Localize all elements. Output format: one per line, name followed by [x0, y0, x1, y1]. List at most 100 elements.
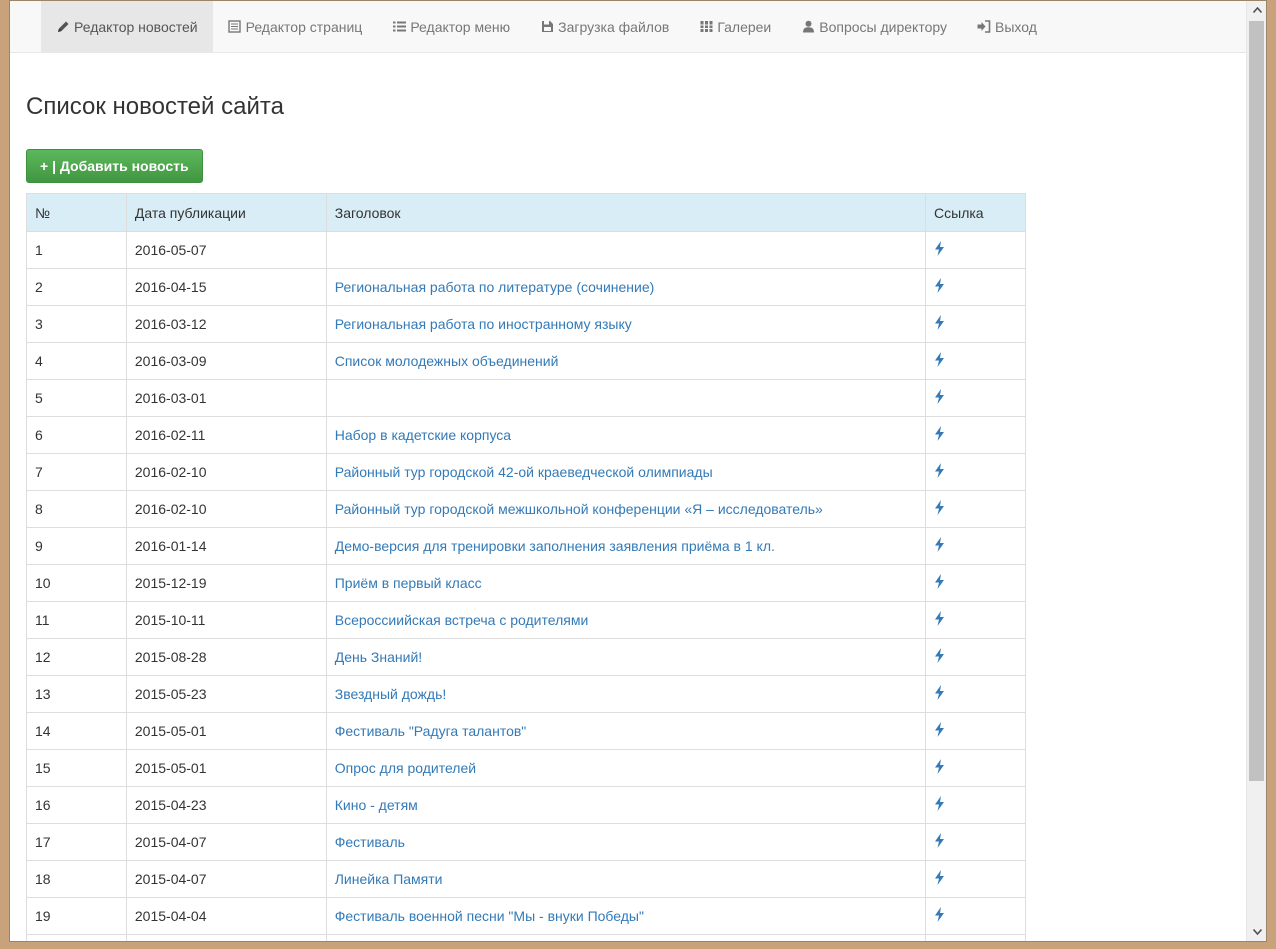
scrollbar-thumb[interactable] [1249, 21, 1264, 781]
cell-number: 7 [26, 453, 127, 491]
cell-link [925, 897, 1026, 935]
lightning-link-icon[interactable] [934, 685, 945, 703]
news-title-link[interactable]: Кино - детям [335, 797, 418, 813]
news-title-link[interactable]: Набор в кадетские корпуса [335, 427, 511, 443]
vertical-scrollbar[interactable] [1246, 1, 1266, 941]
lightning-link-icon[interactable] [934, 352, 945, 370]
cell-date [125, 934, 327, 941]
lightning-link-icon[interactable] [934, 833, 945, 851]
cell-link [925, 675, 1026, 713]
cell-link [925, 453, 1026, 491]
top-navbar: Редактор новостей Редактор страниц Редак… [10, 1, 1246, 53]
lightning-link-icon[interactable] [934, 796, 945, 814]
news-title-link[interactable]: Фестиваль военной песни "Мы - внуки Побе… [335, 908, 644, 924]
cell-date: 2016-01-14 [125, 527, 327, 565]
add-news-button[interactable]: + | Добавить новость [26, 149, 203, 183]
column-header-title[interactable]: Заголовок [325, 193, 927, 232]
pencil-icon [56, 20, 70, 34]
nav-item-pages-editor[interactable]: Редактор страниц [213, 1, 378, 52]
page-title: Список новостей сайта [26, 93, 284, 120]
lightning-link-icon[interactable] [934, 389, 945, 407]
table-row: 8 2016-02-10 Районный тур городской межшко… [26, 490, 1026, 528]
table-row: 18 2015-04-07 Линейка Памяти [26, 860, 1026, 898]
cell-link [925, 268, 1026, 306]
news-title-link[interactable]: Звездный дождь! [335, 686, 447, 702]
lightning-link-icon[interactable] [934, 722, 945, 740]
nav-item-label: Галереи [717, 18, 772, 35]
cell-date: 2016-02-10 [125, 453, 327, 491]
nav-item-file-upload[interactable]: Загрузка файлов [525, 1, 684, 52]
lightning-link-icon[interactable] [934, 907, 945, 925]
lightning-link-icon[interactable] [934, 574, 945, 592]
cell-date: 2015-05-01 [125, 712, 327, 750]
news-title-link[interactable]: Фестиваль [335, 834, 405, 850]
news-title-link[interactable]: Опрос для родителей [335, 760, 476, 776]
cell-title [325, 934, 927, 941]
cell-number: 13 [26, 675, 127, 713]
news-title-link[interactable]: Фестиваль "Радуга талантов" [335, 723, 527, 739]
cell-date: 2015-10-11 [125, 601, 327, 639]
lightning-link-icon[interactable] [934, 500, 945, 518]
lightning-link-icon[interactable] [934, 278, 945, 296]
scroll-down-arrow-icon[interactable] [1247, 923, 1266, 941]
cell-number: 18 [26, 860, 127, 898]
column-header-link[interactable]: Ссылка [925, 193, 1026, 232]
news-title-link[interactable]: Региональная работа по иностранному язык… [335, 316, 632, 332]
cell-number: 9 [26, 527, 127, 565]
cell-number: 2 [26, 268, 127, 306]
nav-item-label: Вопросы директору [819, 18, 948, 35]
news-title-link[interactable]: Демо-версия для тренировки заполнения за… [335, 538, 775, 554]
cell-title: Районный тур городской межшкольной конфе… [325, 490, 927, 528]
news-title-link[interactable]: Всероссиийская встреча с родителями [335, 612, 589, 628]
news-title-link[interactable]: Линейка Памяти [335, 871, 443, 887]
cell-number: 20 [26, 934, 127, 941]
cell-link [925, 527, 1026, 565]
cell-date: 2015-04-04 [125, 897, 327, 935]
cell-title: Звездный дождь! [325, 675, 927, 713]
news-title-link[interactable]: День Знаний! [335, 649, 422, 665]
cell-number: 12 [26, 638, 127, 676]
cell-link [925, 416, 1026, 454]
nav-item-menu-editor[interactable]: Редактор меню [377, 1, 525, 52]
lightning-link-icon[interactable] [934, 426, 945, 444]
lightning-link-icon[interactable] [934, 611, 945, 629]
cell-title [325, 231, 927, 269]
cell-number: 15 [26, 749, 127, 787]
lightning-link-icon[interactable] [934, 241, 945, 259]
news-title-link[interactable]: Приём в первый класс [335, 575, 482, 591]
nav-item-news-editor[interactable]: Редактор новостей [41, 1, 213, 52]
nav-item-label: Выход [995, 18, 1037, 35]
cell-date: 2015-04-07 [125, 823, 327, 861]
table-row: 16 2015-04-23 Кино - детям [26, 786, 1026, 824]
table-row: 19 2015-04-04 Фестиваль военной песни "Мы … [26, 897, 1026, 935]
lightning-link-icon[interactable] [934, 463, 945, 481]
cell-number: 19 [26, 897, 127, 935]
cell-title: День Знаний! [325, 638, 927, 676]
nav-item-logout[interactable]: Выход [962, 1, 1052, 52]
scroll-up-arrow-icon[interactable] [1247, 1, 1266, 19]
column-header-number[interactable]: № [26, 193, 127, 232]
cell-number: 1 [26, 231, 127, 269]
news-title-link[interactable]: Районный тур городской межшкольной конфе… [335, 501, 823, 517]
lightning-link-icon[interactable] [934, 648, 945, 666]
cell-title: Фестиваль [325, 823, 927, 861]
news-title-link[interactable]: Региональная работа по литературе (сочин… [335, 279, 655, 295]
cell-date: 2016-02-10 [125, 490, 327, 528]
cell-title: Список молодежных объединений [325, 342, 927, 380]
cell-date: 2015-05-23 [125, 675, 327, 713]
nav-item-galleries[interactable]: Галереи [684, 1, 786, 52]
column-header-date[interactable]: Дата публикации [125, 193, 327, 232]
news-title-link[interactable]: Список молодежных объединений [335, 353, 559, 369]
cell-number: 16 [26, 786, 127, 824]
browser-window: Редактор новостей Редактор страниц Редак… [9, 0, 1267, 942]
lightning-link-icon[interactable] [934, 870, 945, 888]
nav-item-director-questions[interactable]: Вопросы директору [786, 1, 962, 52]
lightning-link-icon[interactable] [934, 537, 945, 555]
cell-link [925, 934, 1026, 941]
table-row: 15 2015-05-01 Опрос для родителей [26, 749, 1026, 787]
lightning-link-icon[interactable] [934, 759, 945, 777]
table-row: 20 [26, 934, 1026, 941]
lightning-link-icon[interactable] [934, 315, 945, 333]
news-title-link[interactable]: Районный тур городской 42-ой краеведческ… [335, 464, 713, 480]
cell-link [925, 860, 1026, 898]
